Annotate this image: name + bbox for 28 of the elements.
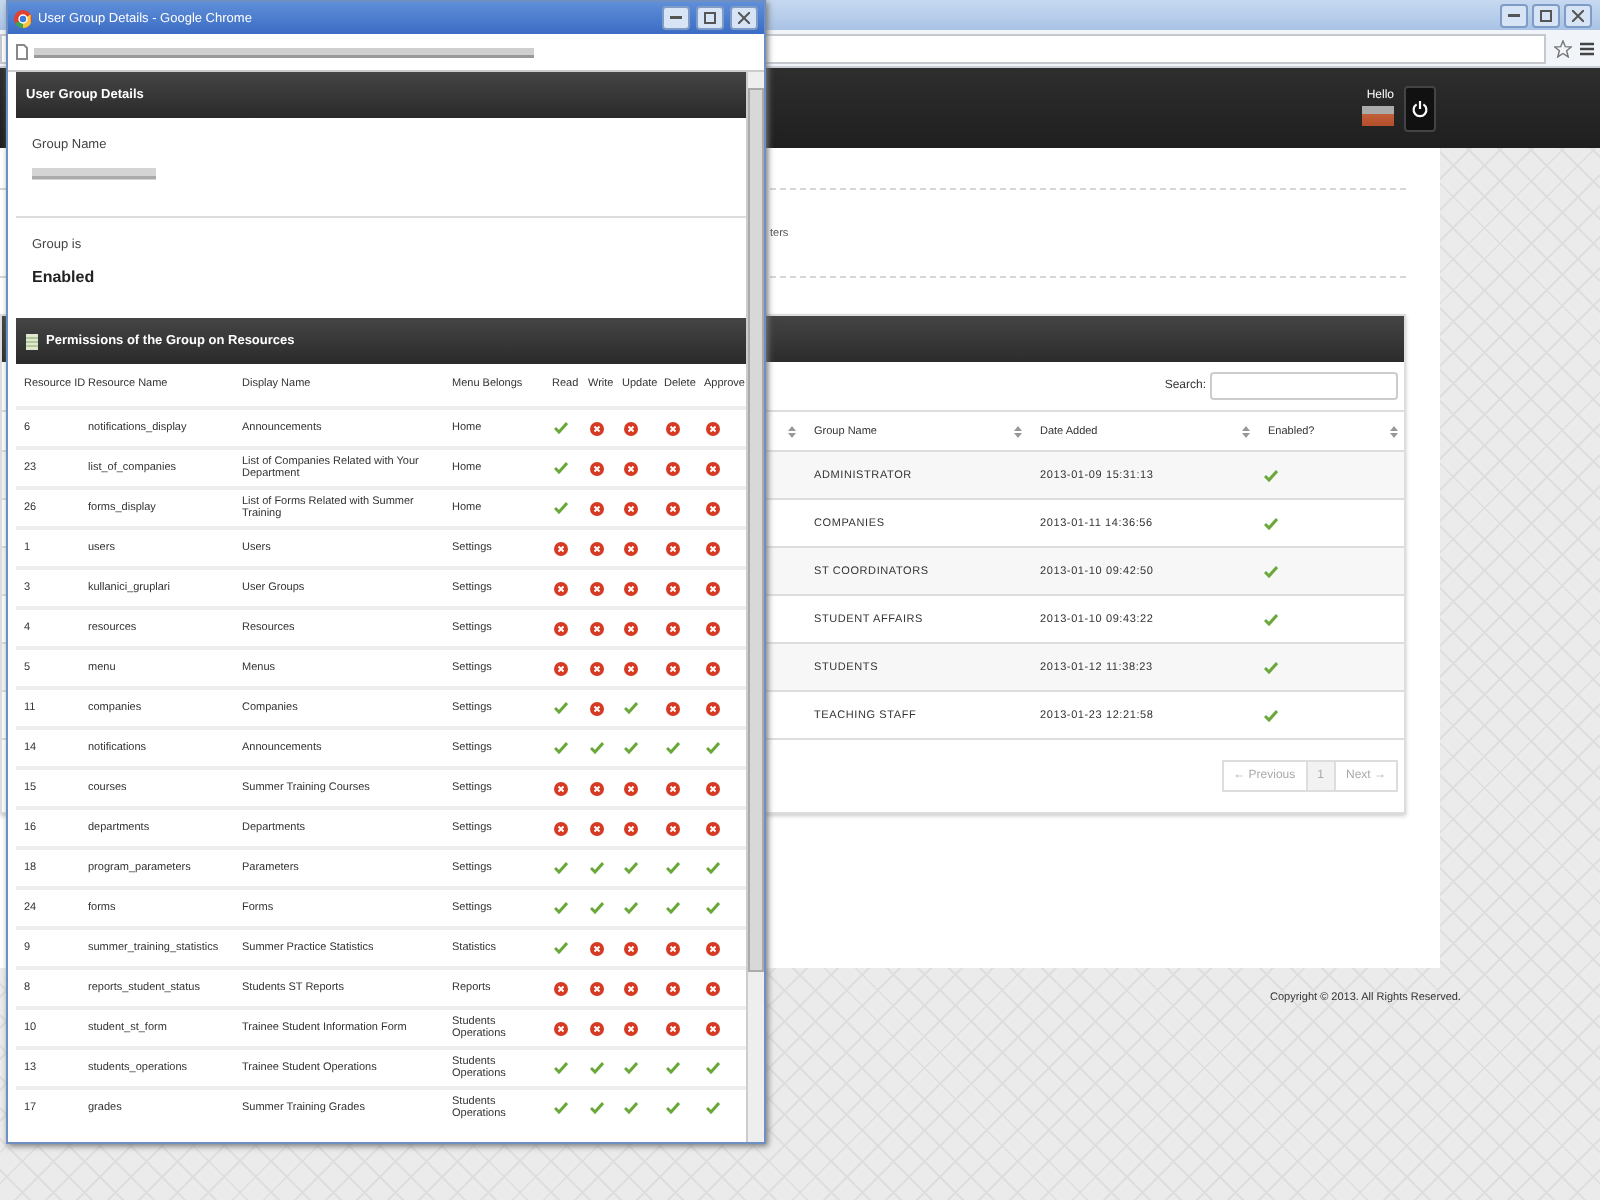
power-icon [1412, 99, 1428, 117]
restore-icon [704, 12, 716, 24]
table-icon [26, 333, 38, 349]
minimize-button[interactable] [662, 6, 690, 30]
search-field[interactable] [1210, 372, 1398, 400]
minimize-icon [670, 16, 682, 20]
power-button[interactable] [1404, 85, 1436, 131]
status-value: Enabled [32, 268, 97, 286]
menu-icon[interactable] [1580, 41, 1594, 55]
restore-button[interactable] [1532, 3, 1560, 27]
star-icon[interactable] [1554, 39, 1572, 57]
close-icon [738, 12, 750, 24]
minimize-button[interactable] [1500, 3, 1528, 27]
sort-icon[interactable] [788, 425, 796, 437]
close-button[interactable] [1564, 3, 1592, 27]
browser-logo-icon [14, 9, 32, 27]
sort-icon[interactable] [1242, 425, 1250, 437]
avatar-image [1362, 106, 1394, 126]
minimize-icon [1508, 13, 1520, 17]
scrollbar[interactable] [746, 72, 764, 1142]
restore-button[interactable] [696, 6, 724, 30]
close-icon [1572, 9, 1584, 21]
close-button[interactable] [730, 6, 758, 30]
sort-icon[interactable] [1014, 425, 1022, 437]
redacted-text [32, 168, 156, 180]
page-icon [16, 44, 28, 60]
restore-icon [1540, 9, 1552, 21]
sort-icon[interactable] [1390, 425, 1398, 437]
